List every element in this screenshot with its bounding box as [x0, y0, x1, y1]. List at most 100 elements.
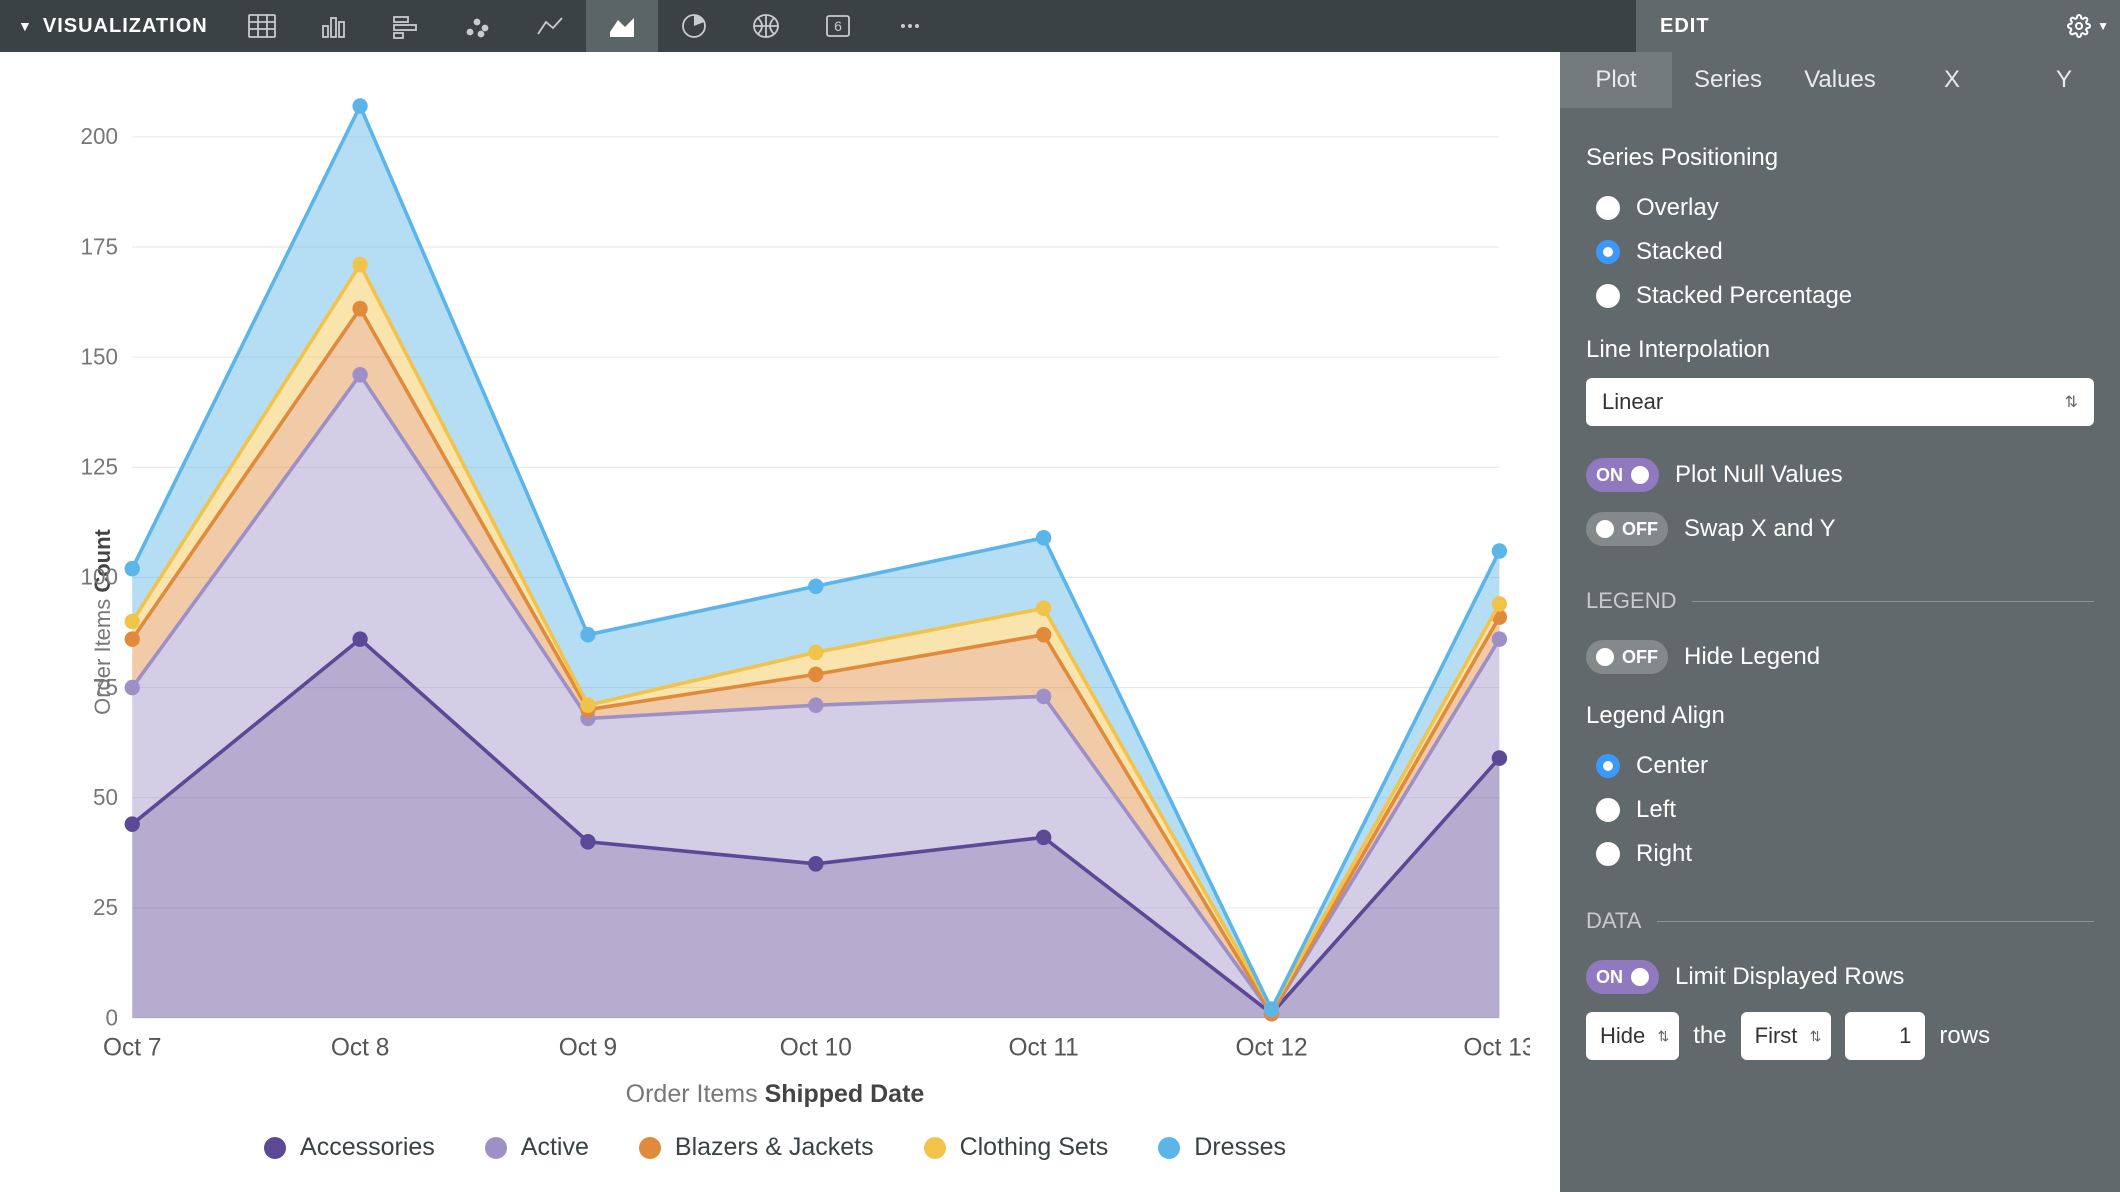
legend-item[interactable]: Blazers & Jackets: [639, 1133, 874, 1162]
legend-dot-icon: [264, 1137, 286, 1159]
tab-values[interactable]: Values: [1784, 52, 1896, 108]
swap-xy-label: Swap X and Y: [1684, 515, 1836, 543]
radio-icon: [1596, 798, 1620, 822]
column-icon: [319, 12, 349, 40]
edit-title-bar: EDIT ▼: [1636, 0, 2120, 52]
pie-icon: [679, 12, 709, 40]
chevron-updown-icon: ⇅: [2065, 392, 2078, 412]
series-positioning-stacked[interactable]: Stacked: [1586, 230, 2094, 274]
data-section-header: DATA: [1586, 908, 1641, 934]
svg-text:150: 150: [81, 343, 118, 369]
svg-text:100: 100: [81, 564, 118, 590]
radio-icon: [1596, 842, 1620, 866]
table-icon: [247, 12, 277, 40]
x-axis-label: Order Items Shipped Date: [20, 1070, 1530, 1109]
swap-xy-toggle[interactable]: OFF: [1586, 512, 1668, 546]
viz-type-area[interactable]: [586, 0, 658, 52]
tab-y[interactable]: Y: [2008, 52, 2120, 108]
line-interpolation-select[interactable]: Linear ⇅: [1586, 378, 2094, 426]
hide-legend-label: Hide Legend: [1684, 643, 1820, 671]
legend-align-label: Legend Align: [1586, 702, 2094, 730]
legend-dot-icon: [924, 1137, 946, 1159]
limit-rows-label: Limit Displayed Rows: [1675, 963, 1904, 991]
svg-text:50: 50: [93, 784, 118, 810]
edit-tabs: PlotSeriesValuesXY: [1560, 52, 2120, 108]
area-chart: 0 25 50 75 100 125 150 175 200 Oct 7 Oct 8 Oct 9 Oct…: [20, 72, 1530, 1070]
the-label: the: [1693, 1022, 1726, 1050]
legend-item[interactable]: Accessories: [264, 1133, 435, 1162]
legend-dot-icon: [485, 1137, 507, 1159]
legend-align-center[interactable]: Center: [1586, 744, 2094, 788]
svg-text:125: 125: [81, 453, 118, 479]
plot-null-label: Plot Null Values: [1675, 461, 1843, 489]
legend-align-left[interactable]: Left: [1586, 788, 2094, 832]
line-icon: [535, 12, 565, 40]
legend-item[interactable]: Active: [485, 1133, 589, 1162]
viz-type-map[interactable]: [730, 0, 802, 52]
limit-rows-toggle[interactable]: ON: [1586, 960, 1659, 994]
series-positioning-overlay[interactable]: Overlay: [1586, 186, 2094, 230]
legend-dot-icon: [639, 1137, 661, 1159]
radio-icon: [1596, 284, 1620, 308]
legend-dot-icon: [1158, 1137, 1180, 1159]
area-icon: [607, 12, 637, 40]
svg-text:Oct 9: Oct 9: [559, 1034, 617, 1061]
first-last-select[interactable]: First⇅: [1741, 1012, 1832, 1060]
legend-item[interactable]: Dresses: [1158, 1133, 1286, 1162]
viz-type-single[interactable]: 6: [802, 0, 874, 52]
more-icon: [895, 12, 925, 40]
radio-icon: [1596, 754, 1620, 778]
hide-legend-toggle[interactable]: OFF: [1586, 640, 1668, 674]
rows-label: rows: [1939, 1022, 1990, 1050]
svg-text:6: 6: [834, 18, 842, 34]
edit-settings-button[interactable]: ▼: [2067, 14, 2110, 38]
viz-type-scatter[interactable]: [442, 0, 514, 52]
bar-icon: [391, 12, 421, 40]
caret-down-icon: ▼: [2097, 19, 2110, 33]
viz-type-more[interactable]: [874, 0, 946, 52]
viz-type-column[interactable]: [298, 0, 370, 52]
series-positioning-label: Series Positioning: [1586, 144, 2094, 172]
scatter-icon: [463, 12, 493, 40]
viz-type-table[interactable]: [226, 0, 298, 52]
radio-icon: [1596, 240, 1620, 264]
chevron-updown-icon: ⇅: [1658, 1028, 1670, 1045]
caret-down-icon: ▼: [18, 18, 33, 34]
map-icon: [751, 12, 781, 40]
svg-text:Oct 10: Oct 10: [780, 1034, 852, 1061]
svg-text:175: 175: [81, 233, 118, 259]
line-interpolation-label: Line Interpolation: [1586, 336, 2094, 364]
gear-icon: [2067, 14, 2091, 38]
visualization-toggle[interactable]: ▼ VISUALIZATION: [0, 0, 226, 52]
svg-text:Oct 7: Oct 7: [103, 1034, 161, 1061]
svg-text:Oct 8: Oct 8: [331, 1034, 389, 1061]
visualization-title: VISUALIZATION: [43, 15, 208, 38]
legend-item[interactable]: Clothing Sets: [924, 1133, 1109, 1162]
svg-text:0: 0: [105, 1004, 117, 1030]
chart-area: Order Items Count 0255075100125150175200…: [0, 52, 1560, 1192]
chart-legend: Accessories Active Blazers & Jackets Clothi…: [20, 1109, 1530, 1172]
series-positioning-stacked_pct[interactable]: Stacked Percentage: [1586, 274, 2094, 318]
viz-type-line[interactable]: [514, 0, 586, 52]
svg-text:75: 75: [93, 674, 118, 700]
viz-type-bar[interactable]: [370, 0, 442, 52]
tab-x[interactable]: X: [1896, 52, 2008, 108]
tab-plot[interactable]: Plot: [1560, 52, 1672, 108]
plot-null-toggle[interactable]: ON: [1586, 458, 1659, 492]
single-icon: 6: [823, 12, 853, 40]
hide-show-select[interactable]: Hide⇅: [1586, 1012, 1679, 1060]
svg-text:25: 25: [93, 894, 118, 920]
chevron-updown-icon: ⇅: [1810, 1028, 1822, 1045]
tab-series[interactable]: Series: [1672, 52, 1784, 108]
svg-text:Oct 12: Oct 12: [1235, 1034, 1307, 1061]
svg-text:Oct 13: Oct 13: [1463, 1034, 1530, 1061]
svg-text:Oct 11: Oct 11: [1009, 1034, 1079, 1061]
rows-input[interactable]: [1845, 1012, 1925, 1060]
edit-title: EDIT: [1660, 15, 1710, 38]
legend-align-right[interactable]: Right: [1586, 832, 2094, 876]
edit-panel: PlotSeriesValuesXY Series Positioning Ov…: [1560, 52, 2120, 1192]
viz-type-pie[interactable]: [658, 0, 730, 52]
radio-icon: [1596, 196, 1620, 220]
svg-text:200: 200: [81, 123, 118, 149]
legend-section-header: LEGEND: [1586, 588, 1676, 614]
